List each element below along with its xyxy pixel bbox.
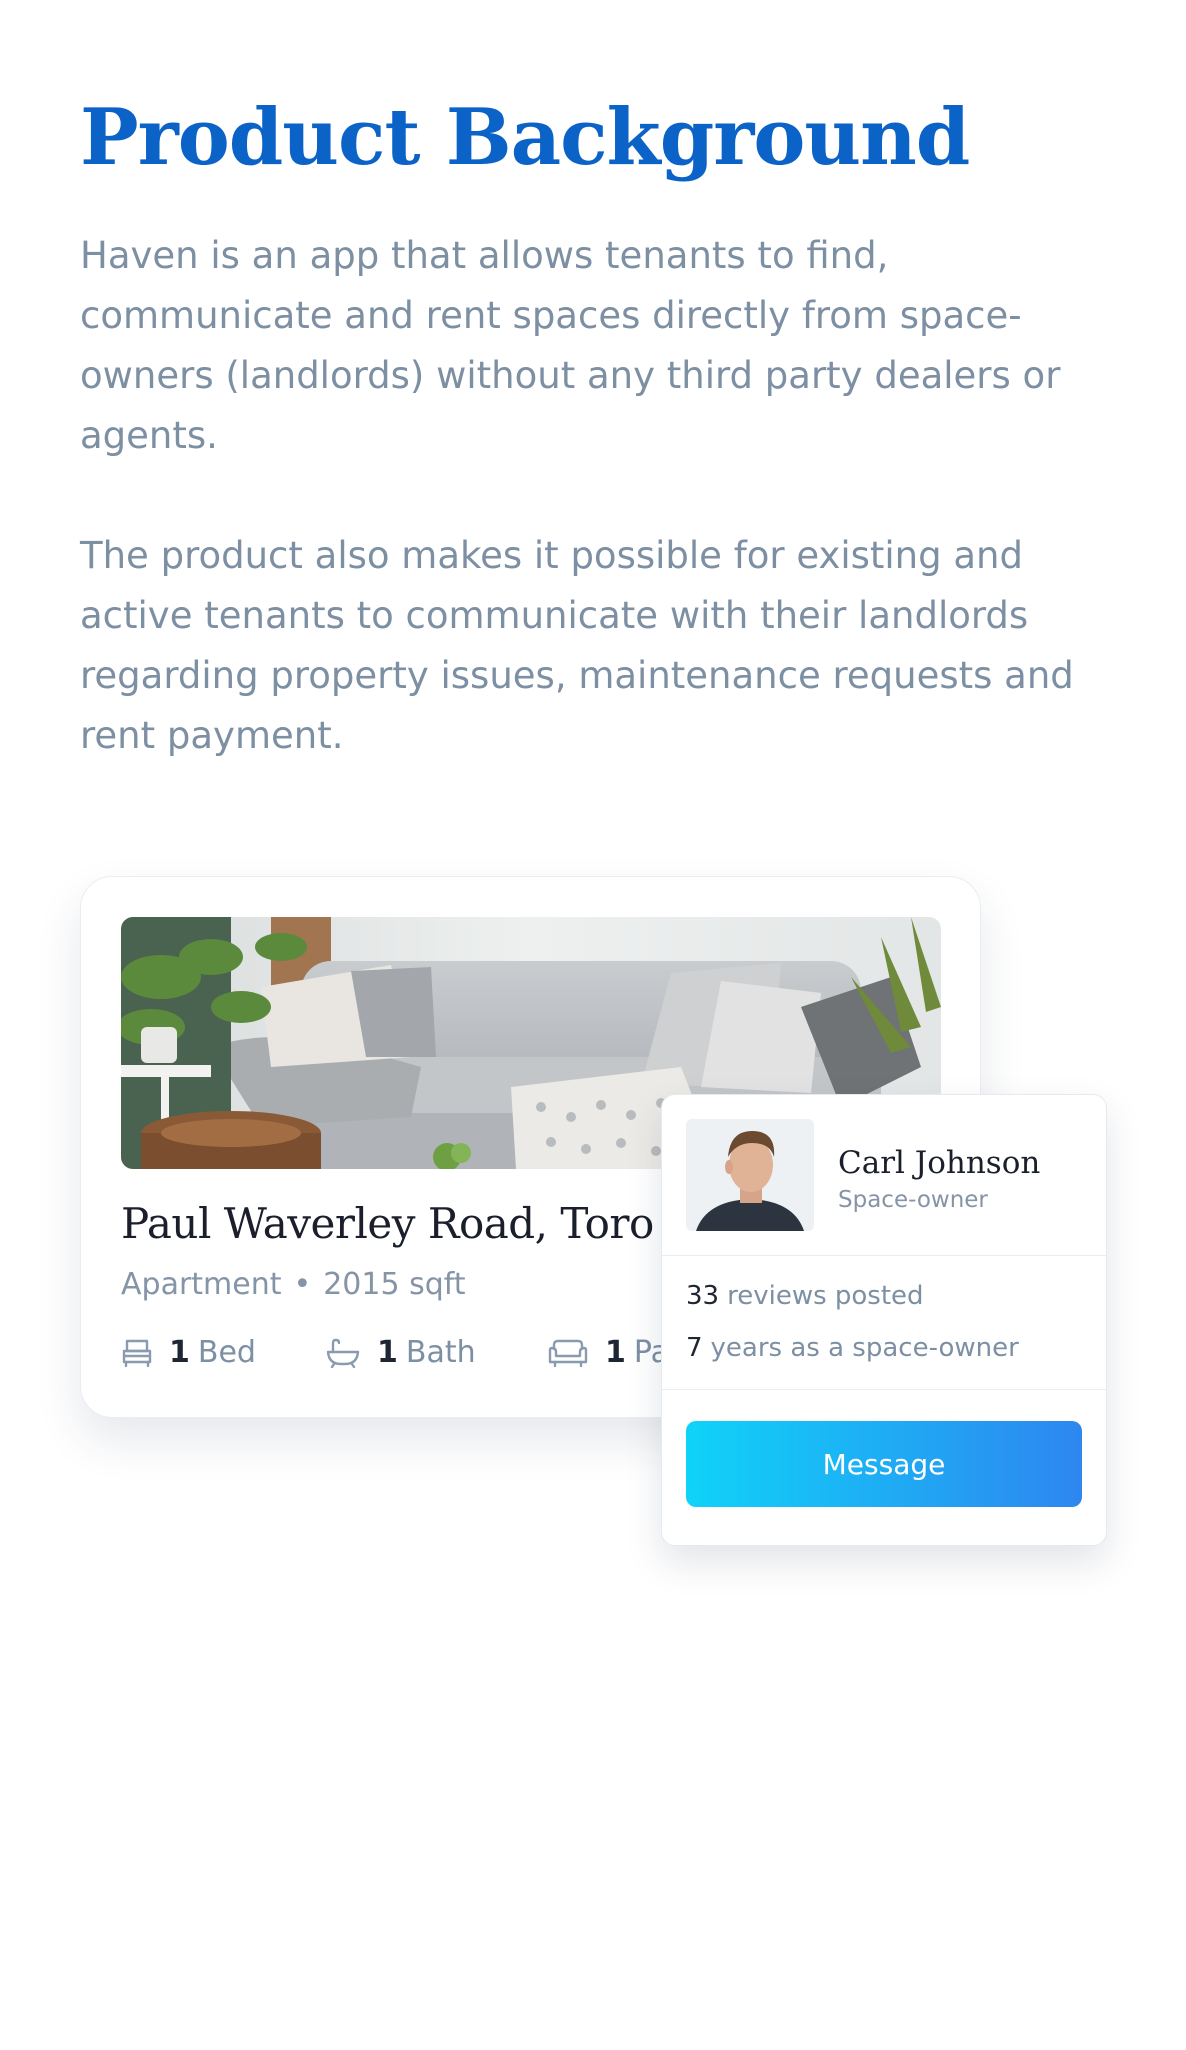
reviews-label: reviews posted (727, 1281, 924, 1311)
years-count: 7 (686, 1333, 703, 1363)
bed-count: 1 (169, 1335, 190, 1370)
reviews-count: 33 (686, 1281, 720, 1311)
owner-name[interactable]: Carl Johnson (838, 1145, 1040, 1181)
meta-separator: • (293, 1267, 312, 1302)
bath-label: Bath (405, 1335, 476, 1370)
amenity-bath: 1 Bath (325, 1335, 476, 1370)
years-stat: 7 years as a space-owner (686, 1333, 1019, 1363)
amenity-bed: 1 Bed (121, 1335, 256, 1370)
bath-count: 1 (377, 1335, 398, 1370)
parking-count: 1 (605, 1335, 626, 1370)
property-size: 2015 sqft (323, 1267, 466, 1302)
intro-paragraph-2: The product also makes it possible for e… (80, 534, 1074, 757)
bed-label: Bed (197, 1335, 256, 1370)
page-title: Product Background (80, 92, 970, 183)
bathtub-icon (326, 1338, 360, 1368)
owner-role: Space-owner (838, 1187, 988, 1213)
bed-icon (122, 1339, 152, 1367)
property-title[interactable]: Paul Waverley Road, Toro (121, 1199, 654, 1248)
divider (662, 1255, 1106, 1256)
years-label: years as a space-owner (710, 1333, 1019, 1363)
reviews-stat: 33 reviews posted (686, 1281, 924, 1311)
message-button[interactable]: Message (686, 1421, 1082, 1507)
amenity-parking: 1 Pa (547, 1335, 669, 1370)
sofa-icon (548, 1339, 588, 1367)
property-meta: Apartment • 2015 sqft (121, 1267, 466, 1302)
divider (662, 1389, 1106, 1390)
avatar[interactable] (686, 1119, 814, 1231)
owner-card: Carl Johnson Space-owner 33 reviews poste… (661, 1094, 1107, 1546)
property-type: Apartment (121, 1267, 282, 1302)
intro-paragraph-1: Haven is an app that allows tenants to f… (80, 234, 1061, 457)
